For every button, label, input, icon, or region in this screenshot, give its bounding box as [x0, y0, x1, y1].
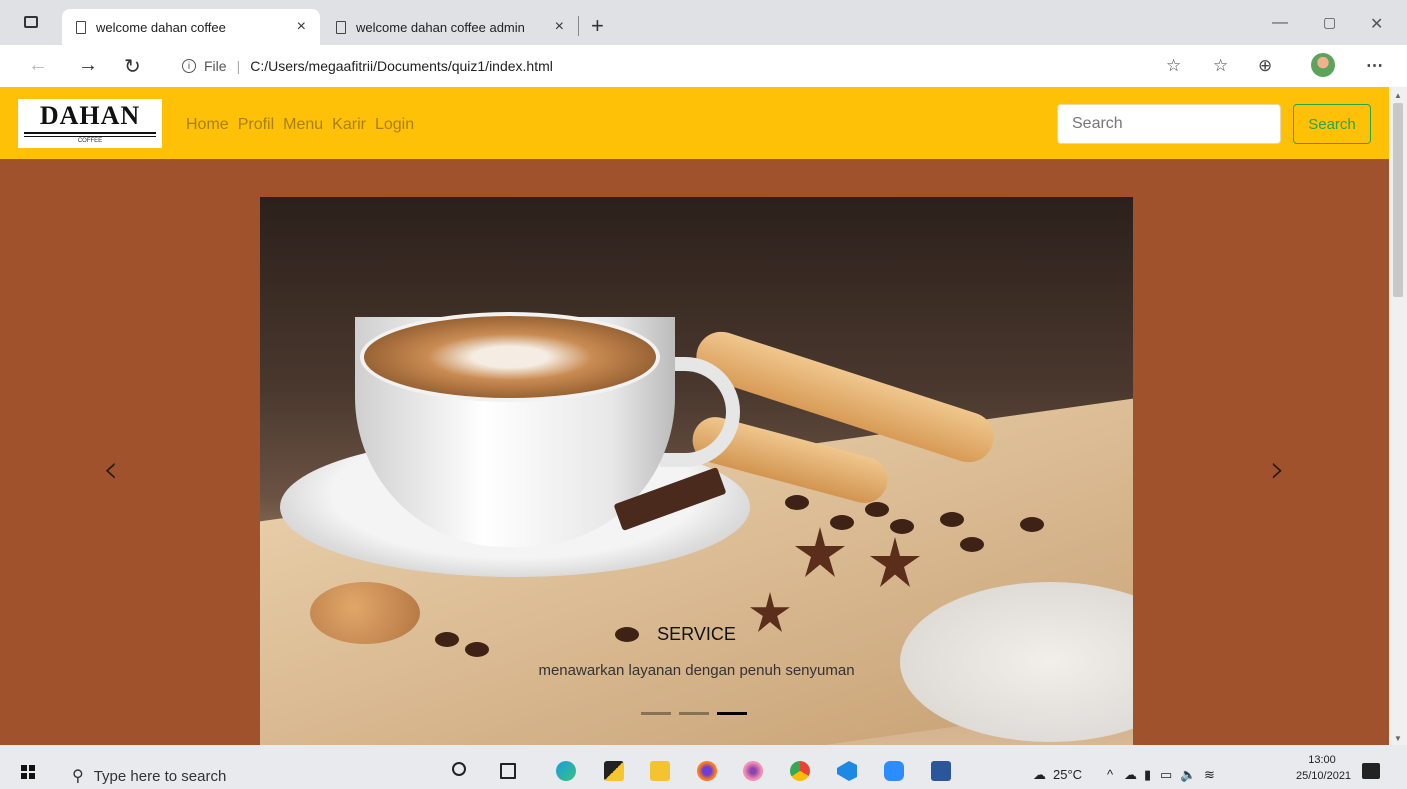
refresh-icon[interactable]: ↻: [124, 54, 141, 79]
window-menu-icon[interactable]: [24, 16, 38, 28]
profile-avatar-icon[interactable]: [1311, 53, 1335, 77]
favorites-icon[interactable]: ☆: [1213, 56, 1228, 76]
notifications-icon[interactable]: [1362, 763, 1380, 779]
info-icon[interactable]: i: [182, 59, 196, 73]
logo-rule-thin: [24, 136, 156, 137]
more-menu-icon[interactable]: ⋯: [1366, 56, 1383, 76]
windows-start-icon[interactable]: [21, 765, 35, 779]
url-text: C:/Users/megaafitrii/Documents/quiz1/ind…: [250, 58, 553, 74]
nav-link-home[interactable]: Home: [186, 116, 229, 134]
volume-icon[interactable]: 🔈: [1180, 767, 1196, 783]
logo-rule: [24, 132, 156, 134]
page-icon: [336, 20, 346, 34]
coffee-bean: [1020, 517, 1044, 532]
sticky-notes-icon[interactable]: [604, 761, 624, 781]
tab-close-icon[interactable]: ×: [555, 18, 564, 36]
tab-close-icon[interactable]: ×: [297, 18, 306, 36]
tab-title: welcome dahan coffee admin: [356, 19, 525, 35]
tab-separator: [578, 16, 579, 36]
file-label: File: [204, 58, 227, 74]
address-separator: |: [236, 58, 241, 74]
nav-link-karir[interactable]: Karir: [332, 116, 366, 134]
logo-wordmark: DAHAN: [39, 101, 141, 130]
snip-sketch-icon[interactable]: [743, 761, 763, 781]
coffee-bean: [960, 537, 984, 552]
search-icon: ⚲: [72, 768, 84, 785]
window-close-icon[interactable]: ✕: [1370, 14, 1383, 34]
nav-links: Home Profil Menu Karir Login: [186, 116, 414, 134]
carousel-indicators: [641, 712, 747, 715]
scroll-down-icon[interactable]: ▼: [1394, 734, 1402, 743]
taskbar-search-placeholder: Type here to search: [93, 767, 227, 785]
maximize-icon[interactable]: ▢: [1323, 14, 1336, 31]
tab-welcome-dahan-coffee-admin[interactable]: welcome dahan coffee admin ×: [322, 9, 578, 45]
taskbar-search[interactable]: ⚲ Type here to search: [72, 766, 226, 786]
page-icon: [76, 20, 86, 34]
coffee-bean: [865, 502, 889, 517]
weather-temp[interactable]: 25°C: [1053, 767, 1082, 782]
nav-link-profil[interactable]: Profil: [238, 116, 274, 134]
carousel-caption-title: SERVICE: [657, 624, 736, 644]
clock-time: 13:00: [1308, 754, 1336, 766]
coffee-bean: [940, 512, 964, 527]
chrome-icon[interactable]: [790, 761, 810, 781]
taskbar-clock[interactable]: 13:00 25/10/2021: [1296, 752, 1352, 784]
search-input[interactable]: [1057, 104, 1281, 144]
wifi-icon[interactable]: ≋: [1204, 767, 1215, 783]
edge-icon[interactable]: [556, 761, 576, 781]
page-scrollbar[interactable]: ▲ ▼: [1389, 87, 1407, 745]
clock-date: 25/10/2021: [1296, 770, 1352, 782]
task-view-icon[interactable]: [500, 763, 516, 779]
tray-chevron-icon[interactable]: ^: [1107, 767, 1113, 782]
tab-title: welcome dahan coffee: [96, 19, 226, 35]
battery-icon[interactable]: ▭: [1160, 767, 1172, 783]
forward-icon[interactable]: →: [78, 54, 98, 77]
collections-icon[interactable]: ⊕: [1258, 56, 1272, 76]
dahan-coffee-logo[interactable]: DAHAN COFFEE: [18, 99, 162, 148]
cortana-icon[interactable]: [452, 762, 466, 776]
nav-link-login[interactable]: Login: [375, 116, 414, 134]
favorite-add-icon[interactable]: ☆: [1166, 56, 1181, 76]
microphone-icon[interactable]: ▮: [1144, 767, 1151, 783]
carousel-next-icon[interactable]: ›: [1270, 447, 1285, 491]
carousel-caption-text: menawarkan layanan dengan penuh senyuman: [538, 662, 855, 679]
logo-subtitle: COFFEE: [77, 138, 103, 144]
coffee-bean: [785, 495, 809, 510]
firefox-icon[interactable]: [697, 761, 717, 781]
minimize-icon[interactable]: —: [1272, 14, 1288, 32]
word-icon[interactable]: [931, 761, 951, 781]
latte-art: [360, 312, 660, 402]
carousel-indicator-2[interactable]: [679, 712, 709, 715]
scrollbar-thumb[interactable]: [1393, 103, 1403, 297]
weather-icon[interactable]: ☁: [1033, 767, 1046, 783]
search-button[interactable]: Search: [1293, 104, 1371, 144]
coffee-bean: [830, 515, 854, 530]
onedrive-icon[interactable]: ☁: [1124, 767, 1137, 783]
zoom-icon[interactable]: [884, 761, 904, 781]
tab-welcome-dahan-coffee[interactable]: welcome dahan coffee ×: [62, 9, 320, 45]
coffee-bean: [890, 519, 914, 534]
scroll-up-icon[interactable]: ▲: [1394, 91, 1402, 100]
address-input[interactable]: i File | C:/Users/megaafitrii/Documents/…: [166, 50, 1186, 82]
carousel-indicator-3[interactable]: [717, 712, 747, 715]
carousel-indicator-1[interactable]: [641, 712, 671, 715]
file-explorer-icon[interactable]: [650, 761, 670, 781]
nav-link-menu[interactable]: Menu: [283, 116, 323, 134]
new-tab-icon[interactable]: +: [591, 13, 604, 39]
back-icon[interactable]: ←: [28, 54, 48, 77]
carousel-prev-icon[interactable]: ‹: [103, 447, 118, 491]
